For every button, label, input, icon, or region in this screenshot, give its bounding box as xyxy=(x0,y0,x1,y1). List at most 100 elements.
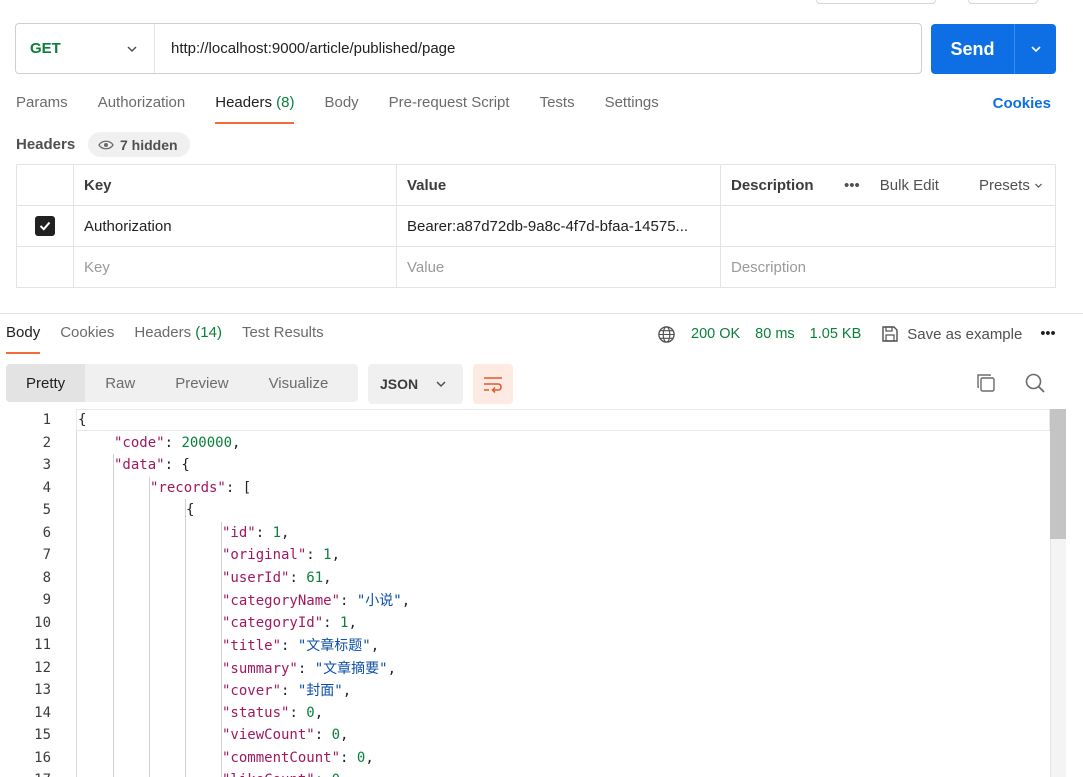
wrap-icon xyxy=(484,377,502,393)
tab-label: Body xyxy=(324,94,359,111)
code-text: "commentCount": 0, xyxy=(222,749,374,766)
code-text: "id": 1, xyxy=(222,524,290,541)
tab-pre-request-script[interactable]: Pre-request Script xyxy=(389,94,510,124)
code-line: 13 "cover": "封面", xyxy=(0,679,1050,702)
new-key-input[interactable]: Key xyxy=(74,247,397,287)
indent-guide xyxy=(113,454,114,777)
table-row-empty: Key Value Description xyxy=(17,247,1055,287)
line-number: 16 xyxy=(34,749,51,766)
section-divider xyxy=(0,313,1083,314)
tab-label: Body xyxy=(6,324,41,341)
row-checkbox[interactable] xyxy=(35,216,55,236)
row-checkbox-cell xyxy=(17,206,74,246)
more-options-icon[interactable]: ••• xyxy=(844,177,860,194)
code-text: "summary": "文章摘要", xyxy=(222,660,397,677)
chevron-down-icon xyxy=(1035,183,1042,188)
row-checkbox-cell xyxy=(17,247,74,287)
hidden-headers-toggle[interactable]: 7 hidden xyxy=(88,132,190,157)
header-description-cell[interactable] xyxy=(721,206,1055,246)
response-size[interactable]: 1.05 KB xyxy=(810,326,862,342)
code-line: 2 "code": 200000, xyxy=(0,432,1050,455)
copy-icon[interactable] xyxy=(975,372,997,398)
tab-label: Headers xyxy=(134,324,192,341)
bulk-edit-button[interactable]: Bulk Edit xyxy=(880,177,939,194)
code-line: 9 "categoryName": "小说", xyxy=(0,589,1050,612)
tab-params[interactable]: Params xyxy=(16,94,68,124)
indent-guide xyxy=(149,476,150,777)
chevron-down-icon xyxy=(127,45,137,52)
code-text: "likeCount": 0, xyxy=(222,772,348,777)
view-preview[interactable]: Preview xyxy=(155,364,248,402)
save-icon xyxy=(882,326,898,342)
top-toolbar-stub xyxy=(816,0,936,4)
presets-dropdown[interactable]: Presets xyxy=(959,177,1043,194)
code-text: "original": 1, xyxy=(222,547,341,564)
status-code[interactable]: 200 OK xyxy=(691,326,740,342)
method-label: GET xyxy=(30,40,61,57)
line-number: 3 xyxy=(42,457,51,474)
code-line: 15 "viewCount": 0, xyxy=(0,724,1050,747)
tab-count: (8) xyxy=(276,94,295,111)
view-pretty[interactable]: Pretty xyxy=(6,364,86,402)
response-body-editor[interactable]: 1{2 "code": 200000, 3 "data": {4 "records": … xyxy=(0,409,1050,777)
code-text: "userId": 61, xyxy=(222,569,332,586)
code-line: 11 "title": "文章标题", xyxy=(0,634,1050,657)
code-line: 16 "commentCount": 0, xyxy=(0,747,1050,770)
tab-test-results[interactable]: Test Results xyxy=(242,324,324,354)
view-mode-segment: Pretty Raw Preview Visualize xyxy=(6,364,358,402)
tab-authorization[interactable]: Authorization xyxy=(98,94,186,124)
save-as-example-button[interactable]: Save as example xyxy=(881,325,1022,343)
tab-response-cookies[interactable]: Cookies xyxy=(60,324,114,354)
code-text: "cover": "封面", xyxy=(222,683,352,700)
tab-headers[interactable]: Headers (8) xyxy=(215,94,295,124)
tab-label: Params xyxy=(16,94,68,111)
cookies-link[interactable]: Cookies xyxy=(993,95,1051,112)
request-tabs: Params Authorization Headers (8) Body Pr… xyxy=(16,94,689,124)
top-toolbar-stub xyxy=(968,0,1038,4)
chevron-down-icon xyxy=(1030,46,1041,53)
table-row: Authorization Bearer:a87d72db-9a8c-4f7d-… xyxy=(17,206,1055,247)
line-number: 1 xyxy=(42,412,51,429)
line-number: 6 xyxy=(42,524,51,541)
tab-label: Settings xyxy=(604,94,659,111)
new-description-input[interactable]: Description xyxy=(721,247,1055,287)
send-button[interactable]: Send xyxy=(931,24,1015,74)
view-raw[interactable]: Raw xyxy=(85,364,155,402)
header-value-cell[interactable]: Bearer:a87d72db-9a8c-4f7d-bfaa-14575... xyxy=(397,206,721,246)
line-number: 13 xyxy=(34,682,51,699)
tab-response-body[interactable]: Body xyxy=(6,324,41,354)
tab-label: Tests xyxy=(539,94,575,111)
code-line: 12 "summary": "文章摘要", xyxy=(0,657,1050,680)
table-tools: ••• Bulk Edit Presets xyxy=(824,177,1043,194)
response-time[interactable]: 80 ms xyxy=(755,326,795,342)
code-text: "code": 200000, xyxy=(114,434,241,451)
more-options-icon[interactable]: ••• xyxy=(1040,326,1055,342)
view-visualize[interactable]: Visualize xyxy=(249,364,349,402)
indent-guide xyxy=(221,521,222,777)
eye-icon xyxy=(98,140,114,149)
tab-tests[interactable]: Tests xyxy=(540,94,575,124)
response-tabs: Body Cookies Headers (14) Test Results xyxy=(6,324,344,354)
tab-body[interactable]: Body xyxy=(324,94,358,124)
wrap-lines-button[interactable] xyxy=(473,364,513,404)
format-label: JSON xyxy=(380,376,419,392)
code-line: 3 "data": { xyxy=(0,454,1050,477)
code-text: "categoryName": "小说", xyxy=(222,593,411,610)
header-key-cell[interactable]: Authorization xyxy=(74,206,397,246)
tab-response-headers[interactable]: Headers (14) xyxy=(134,324,222,354)
line-number: 8 xyxy=(42,569,51,586)
new-value-input[interactable]: Value xyxy=(397,247,721,287)
url-input[interactable] xyxy=(155,40,921,57)
tab-label: Pre-request Script xyxy=(388,94,510,111)
editor-scrollbar-thumb[interactable] xyxy=(1050,409,1066,539)
search-icon[interactable] xyxy=(1024,372,1046,398)
globe-icon[interactable] xyxy=(657,325,676,344)
format-select[interactable]: JSON xyxy=(368,364,463,404)
tab-settings[interactable]: Settings xyxy=(605,94,659,124)
code-text: "title": "文章标题", xyxy=(222,638,380,655)
code-line: 17 "likeCount": 0, xyxy=(0,769,1050,777)
code-text: "status": 0, xyxy=(222,704,324,721)
method-select[interactable]: GET xyxy=(16,24,155,73)
send-options-button[interactable] xyxy=(1015,24,1056,74)
indent-guide xyxy=(185,499,186,777)
